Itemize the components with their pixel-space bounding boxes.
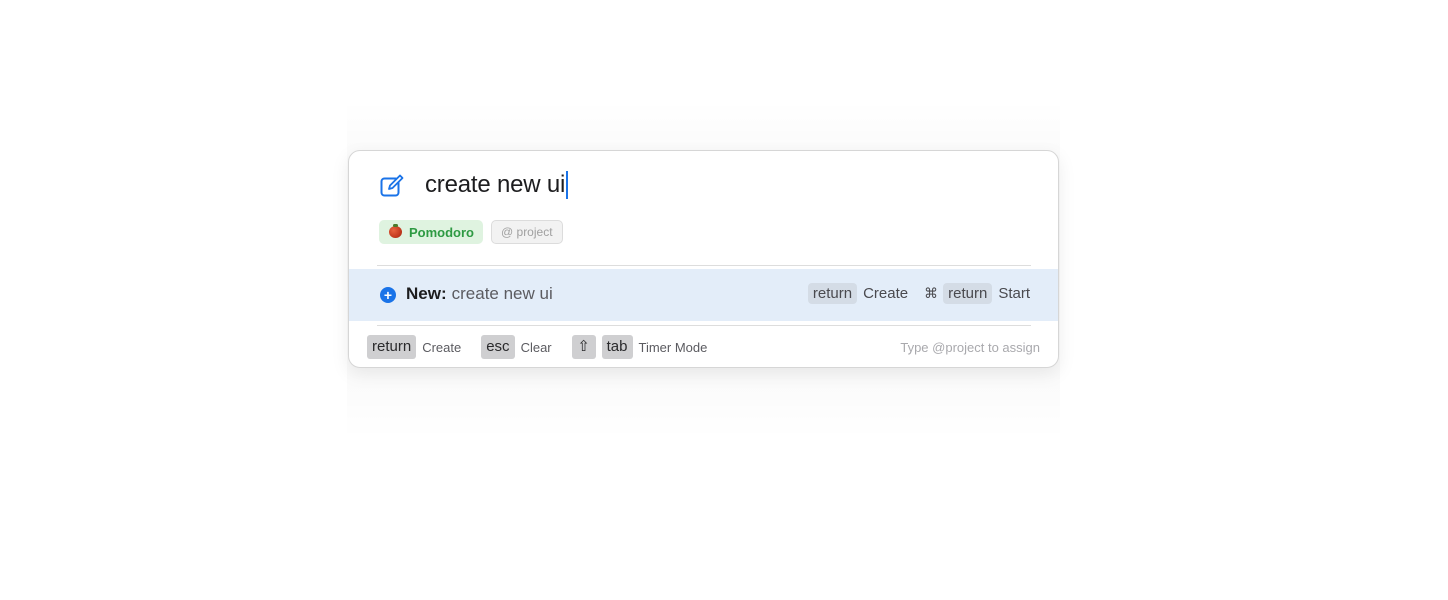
mode-chip-label: Pomodoro bbox=[409, 224, 474, 240]
esc-key-badge: esc bbox=[481, 335, 515, 359]
start-action-label: Start bbox=[998, 285, 1030, 302]
timer-mode-shortcut-label: Timer Mode bbox=[638, 339, 708, 355]
quick-add-panel: create new ui Pomodoro @ project + New: c… bbox=[348, 150, 1059, 368]
project-chip-label: @ project bbox=[501, 225, 553, 239]
project-chip[interactable]: @ project bbox=[491, 220, 563, 244]
project-assign-hint: Type @project to assign bbox=[900, 340, 1040, 355]
command-key-icon: ⌘ bbox=[924, 285, 939, 301]
tab-key-badge: tab bbox=[601, 335, 633, 359]
mode-chip-pomodoro[interactable]: Pomodoro bbox=[379, 220, 483, 244]
create-action-label: Create bbox=[863, 285, 909, 302]
divider bbox=[377, 325, 1031, 326]
return-key-badge: return bbox=[367, 335, 417, 359]
title-input[interactable]: create new ui bbox=[425, 169, 569, 201]
new-item-suggestion[interactable]: + New: create new ui return Create ⌘ retu… bbox=[349, 269, 1058, 321]
text-caret bbox=[566, 171, 569, 199]
suggestion-actions: return Create ⌘ return Start bbox=[807, 283, 1030, 304]
plus-circle-icon: + bbox=[380, 287, 396, 303]
compose-row: create new ui bbox=[349, 151, 1058, 221]
return-key-badge: return bbox=[807, 283, 858, 304]
clear-shortcut-label: Clear bbox=[520, 339, 552, 355]
title-input-value: create new ui bbox=[425, 171, 566, 198]
compose-icon[interactable] bbox=[379, 173, 405, 199]
tomato-icon bbox=[389, 224, 402, 238]
return-key-badge: return bbox=[943, 283, 993, 304]
divider bbox=[377, 265, 1031, 266]
shift-key-icon: ⇧ bbox=[571, 335, 596, 359]
shortcut-footer: return Create esc Clear ⇧ tab Timer Mode bbox=[367, 335, 727, 359]
chips-row: Pomodoro @ project bbox=[379, 220, 563, 244]
suggestion-text: New: create new ui bbox=[406, 284, 553, 304]
suggestion-prefix: New: bbox=[406, 284, 447, 303]
create-shortcut-label: Create bbox=[422, 339, 462, 355]
suggestion-value: create new ui bbox=[451, 284, 553, 303]
